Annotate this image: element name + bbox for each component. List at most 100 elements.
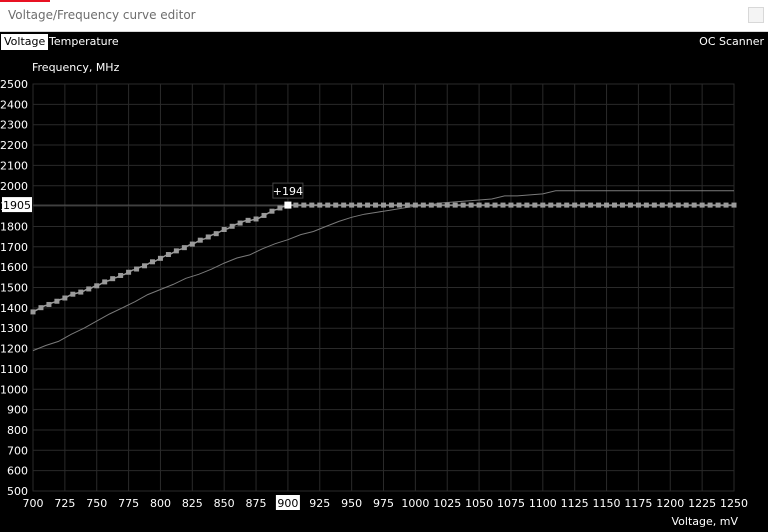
x-tick-label: 825 bbox=[182, 497, 203, 510]
curve-point bbox=[564, 202, 570, 208]
curve-point bbox=[604, 202, 610, 208]
curve-point bbox=[540, 202, 546, 208]
x-tick-labels: 700 725 750 775 800 825 850 875 925 950 975 1000 102… bbox=[23, 497, 749, 510]
curve-point bbox=[588, 202, 594, 208]
selected-point bbox=[284, 201, 292, 209]
y-tick-label: 1300 bbox=[0, 322, 28, 335]
curve-point bbox=[468, 202, 474, 208]
curve-point bbox=[134, 266, 140, 272]
y-tick-label: 2000 bbox=[0, 180, 28, 193]
curve-point bbox=[229, 223, 235, 229]
curve-point bbox=[46, 301, 52, 307]
x-tick-label: 725 bbox=[54, 497, 75, 510]
x-tick-label: 800 bbox=[150, 497, 171, 510]
curve-point bbox=[30, 309, 36, 315]
x-tick-label: 1100 bbox=[529, 497, 557, 510]
x-tick-label: 1050 bbox=[465, 497, 493, 510]
curve-point bbox=[221, 227, 227, 233]
y-tick-label: 1100 bbox=[0, 363, 28, 376]
x-tick-label: 975 bbox=[373, 497, 394, 510]
y-tick-label: 2300 bbox=[0, 119, 28, 132]
y-tick-label: 1700 bbox=[0, 241, 28, 254]
curve-point bbox=[261, 212, 267, 218]
curve-point bbox=[436, 202, 442, 208]
x-tick-label: 700 bbox=[23, 497, 44, 510]
curve-point bbox=[365, 202, 371, 208]
curve-point bbox=[78, 289, 84, 295]
curve-point bbox=[357, 202, 363, 208]
y-tick-label: 1200 bbox=[0, 343, 28, 356]
curve-point bbox=[149, 259, 155, 265]
y-tick-label: 1400 bbox=[0, 302, 28, 315]
curve-point bbox=[38, 305, 44, 311]
curve-point bbox=[643, 202, 649, 208]
curve-point bbox=[70, 291, 76, 297]
curve-point bbox=[675, 202, 681, 208]
y-tick-label: 900 bbox=[7, 404, 28, 417]
curve-point bbox=[197, 237, 203, 243]
curve-point bbox=[213, 231, 219, 237]
curve-point bbox=[548, 202, 554, 208]
curve-point bbox=[237, 220, 243, 226]
curve-point bbox=[373, 202, 379, 208]
curve-point bbox=[173, 248, 179, 254]
offset-badge: +194 bbox=[273, 185, 303, 198]
x-tick-label: 750 bbox=[86, 497, 107, 510]
x-tick-label: 950 bbox=[341, 497, 362, 510]
curve-point bbox=[667, 202, 673, 208]
curve-point bbox=[699, 202, 705, 208]
selected-x-label: 900 bbox=[277, 497, 298, 510]
curve-point bbox=[309, 202, 315, 208]
y-tick-label: 1800 bbox=[0, 220, 28, 233]
x-tick-label: 1250 bbox=[720, 497, 748, 510]
curve-point bbox=[476, 202, 482, 208]
curve-point bbox=[683, 202, 689, 208]
y-tick-label: 800 bbox=[7, 424, 28, 437]
y-tick-label: 2100 bbox=[0, 159, 28, 172]
x-tick-label: 925 bbox=[309, 497, 330, 510]
curve-point bbox=[189, 241, 195, 247]
y-tick-label: 1000 bbox=[0, 383, 28, 396]
curve-point bbox=[396, 202, 402, 208]
curve-point bbox=[532, 202, 538, 208]
curve-point bbox=[404, 202, 410, 208]
x-tick-label: 1150 bbox=[593, 497, 621, 510]
curve-point bbox=[635, 202, 641, 208]
y-tick-label: 700 bbox=[7, 444, 28, 457]
curve-point bbox=[492, 202, 498, 208]
curve-point bbox=[500, 202, 506, 208]
curve-point bbox=[277, 205, 283, 211]
x-tick-label: 1125 bbox=[561, 497, 589, 510]
curve-point bbox=[157, 255, 163, 261]
curve-point bbox=[651, 202, 657, 208]
curve-point bbox=[142, 263, 148, 269]
curve-point bbox=[94, 283, 100, 289]
curve-point bbox=[269, 208, 275, 214]
curve-point bbox=[723, 202, 729, 208]
curve-point bbox=[516, 202, 522, 208]
x-tick-label: 875 bbox=[246, 497, 267, 510]
x-tick-label: 1075 bbox=[497, 497, 525, 510]
curve-point bbox=[349, 202, 355, 208]
y-tick-label: 1500 bbox=[0, 282, 28, 295]
x-tick-label: 1000 bbox=[401, 497, 429, 510]
curve-point bbox=[484, 202, 490, 208]
curve-point bbox=[54, 298, 60, 304]
vf-curve-chart[interactable]: 5006007008009001000110012001300140015001… bbox=[0, 0, 768, 532]
curve-point bbox=[86, 286, 92, 292]
curve-point bbox=[341, 202, 347, 208]
curve-point bbox=[293, 202, 299, 208]
y-tick-label: 2500 bbox=[0, 78, 28, 91]
curve-point bbox=[325, 202, 331, 208]
curve-point bbox=[381, 202, 386, 208]
curve-point bbox=[707, 202, 713, 208]
curve-point bbox=[412, 202, 418, 208]
selected-point-group[interactable]: 1905 900 +194 bbox=[2, 182, 304, 510]
y-tick-label: 1600 bbox=[0, 261, 28, 274]
curve-point bbox=[444, 202, 450, 208]
curve-point bbox=[102, 279, 108, 285]
y-tick-labels: 5006007008009001000110012001300140015001… bbox=[0, 78, 28, 498]
curve-point bbox=[619, 202, 625, 208]
curve-point bbox=[556, 202, 562, 208]
x-tick-label: 1200 bbox=[656, 497, 684, 510]
